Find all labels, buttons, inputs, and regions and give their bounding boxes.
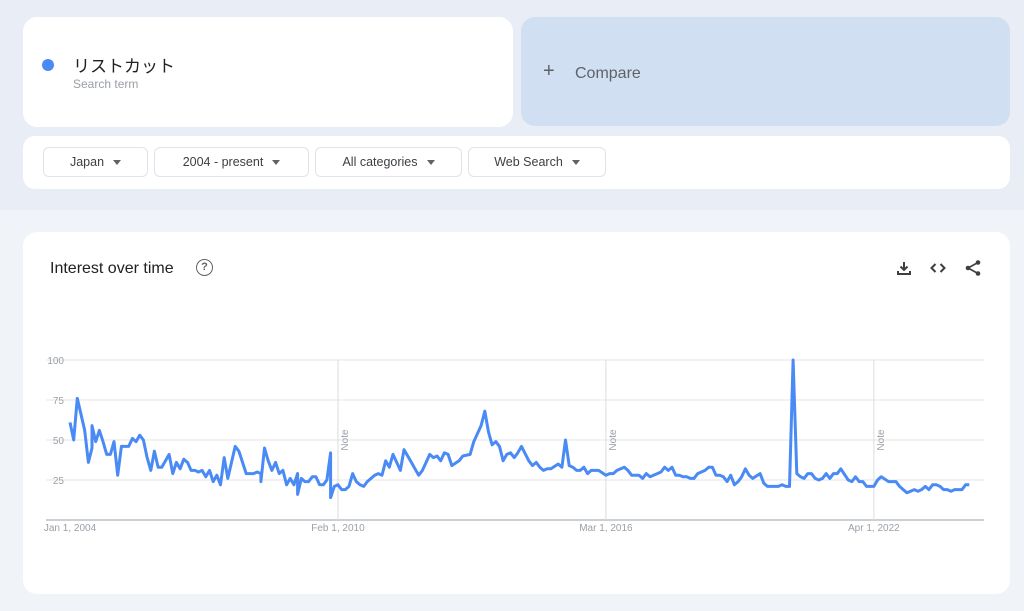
filter-bar: Japan 2004 - present All categories Web … [23, 136, 1010, 189]
series-color-dot [42, 59, 54, 71]
filter-category-label: All categories [342, 155, 418, 169]
filter-time-range[interactable]: 2004 - present [154, 147, 309, 177]
share-icon[interactable] [964, 259, 982, 277]
caret-down-icon [426, 159, 435, 165]
interest-over-time-card: Interest over time ? [23, 232, 1010, 594]
filter-time-range-label: 2004 - present [182, 155, 264, 169]
filter-search-type-label: Web Search [494, 155, 563, 169]
compare-button[interactable]: + Compare [521, 17, 1010, 126]
download-icon[interactable] [895, 259, 913, 277]
filter-region[interactable]: Japan [43, 147, 148, 177]
filter-category[interactable]: All categories [315, 147, 462, 177]
filter-region-label: Japan [69, 155, 105, 169]
search-term-subtitle: Search term [73, 77, 139, 91]
compare-label: Compare [575, 65, 641, 82]
filter-search-type[interactable]: Web Search [468, 147, 606, 177]
embed-code-icon[interactable] [929, 259, 947, 277]
chart-title: Interest over time [50, 260, 174, 277]
search-term-name[interactable]: リストカット [73, 52, 175, 77]
caret-down-icon [272, 159, 281, 165]
help-circle-icon[interactable]: ? [196, 259, 213, 276]
plus-icon: + [543, 60, 555, 82]
caret-down-icon [571, 159, 580, 165]
search-term-card[interactable]: リストカット Search term [23, 17, 513, 127]
caret-down-icon [113, 159, 122, 165]
